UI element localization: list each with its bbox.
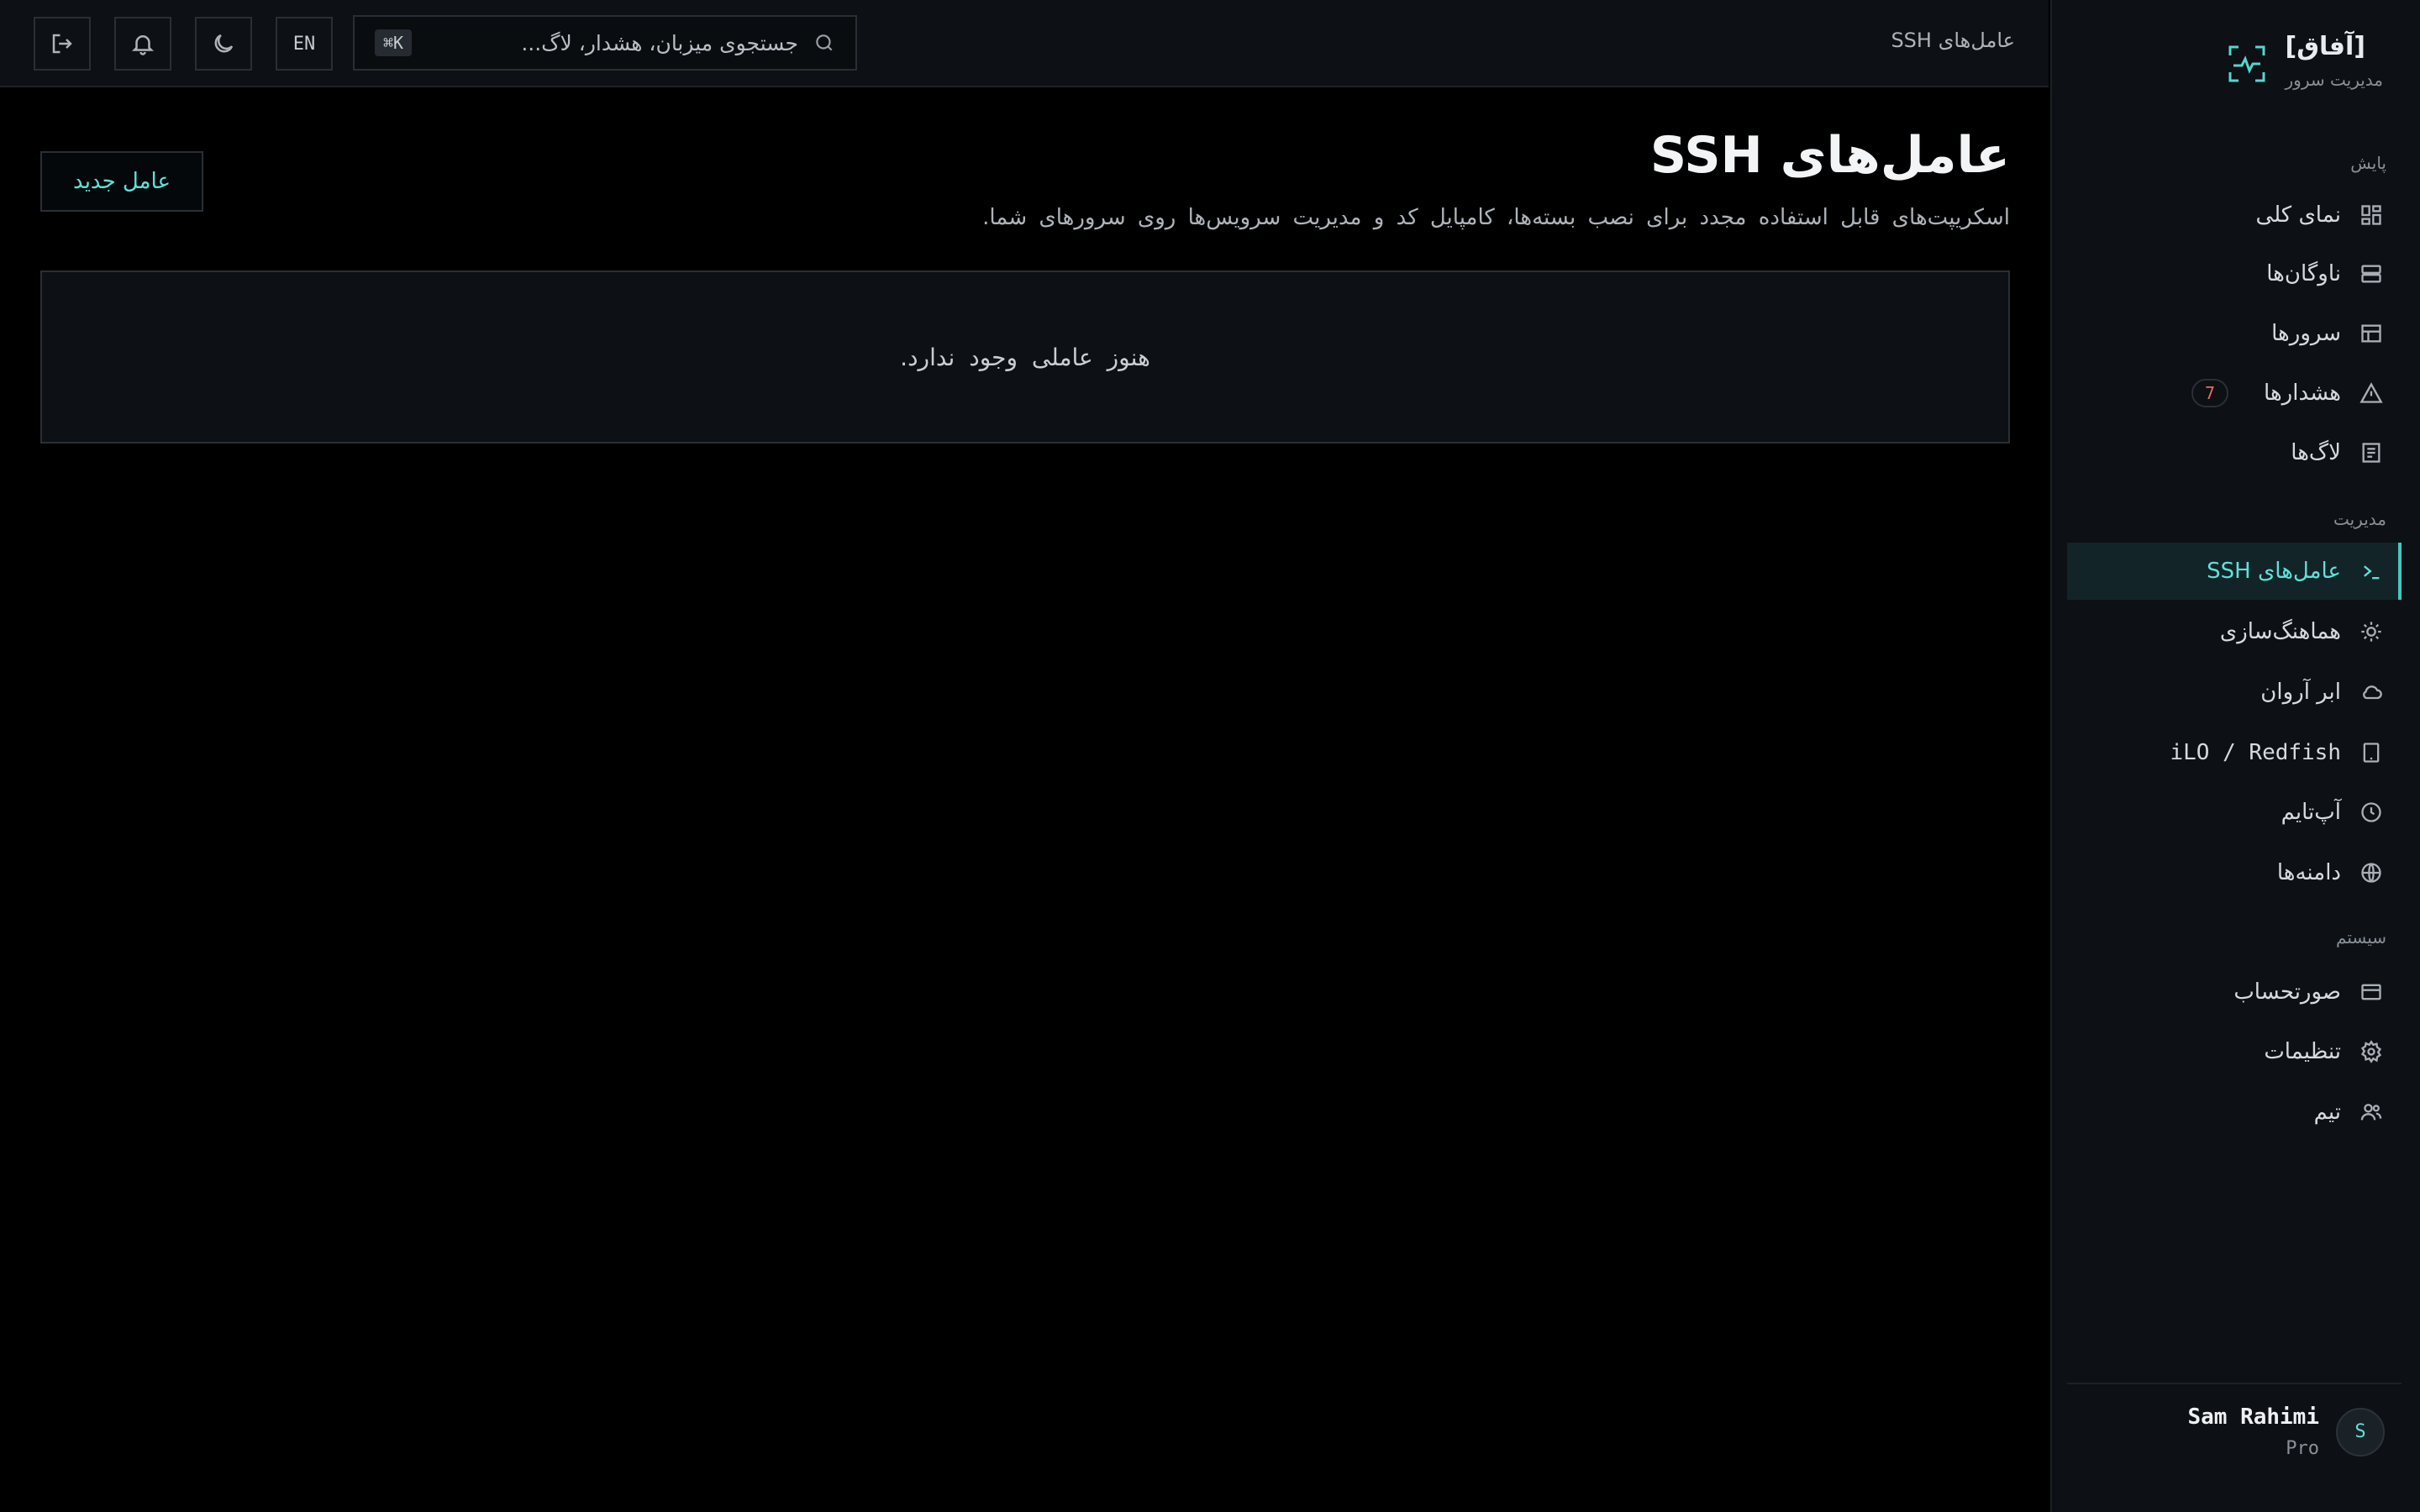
sidebar-item-label: ابر آروان xyxy=(2260,680,2341,705)
user-plan: Pro xyxy=(2286,1438,2319,1459)
sidebar-item-alerts[interactable]: هشدارها 7 xyxy=(2067,365,2402,422)
sun-sync-icon xyxy=(2361,622,2381,642)
logout-icon xyxy=(52,34,72,54)
top-header: عامل‌های SSH ⌘K EN xyxy=(0,0,2049,87)
sidebar-item-label: ناوگان‌ها xyxy=(2266,261,2341,286)
brand-text: [آفاق] مدیریت سرور xyxy=(2286,32,2383,90)
server-stack-icon xyxy=(2361,265,2381,283)
pulse-logo-icon xyxy=(2228,45,2265,82)
sidebar-item-label: لاگ‌ها xyxy=(2291,440,2341,465)
sidebar-item-orchestration[interactable]: هماهنگ‌سازی xyxy=(2067,603,2402,660)
section-label-management: مدیریت xyxy=(2333,509,2386,529)
credit-card-icon xyxy=(2361,984,2381,1000)
sidebar-item-ssh-agents[interactable]: عامل‌های SSH xyxy=(2067,543,2402,600)
sidebar-item-logs[interactable]: لاگ‌ها xyxy=(2067,424,2402,481)
sidebar-item-ilo-redfish[interactable]: iLO / Redfish xyxy=(2067,724,2402,781)
page-description: اسکریپت‌های قابل استفاده مجدد برای نصب ب… xyxy=(982,205,2010,230)
users-icon xyxy=(2360,1104,2382,1121)
clock-icon xyxy=(2361,802,2381,822)
search-input[interactable] xyxy=(427,30,798,55)
new-agent-button[interactable]: عامل جدید xyxy=(40,151,203,212)
sidebar-item-label: تنظیمات xyxy=(2264,1039,2341,1064)
table-icon xyxy=(2361,324,2381,343)
sidebar-item-label: آپ‌تایم xyxy=(2281,800,2341,825)
globe-icon xyxy=(2361,863,2381,883)
sidebar-item-label: هشدارها xyxy=(2264,381,2341,406)
theme-toggle-button[interactable] xyxy=(195,17,252,71)
brand-name: [آفاق] xyxy=(2285,32,2365,61)
moon-icon xyxy=(214,34,234,53)
page-title: عامل‌های SSH xyxy=(1649,126,2010,185)
dashboard-icon xyxy=(2361,205,2381,225)
cloud-icon xyxy=(2363,685,2382,700)
notifications-button[interactable] xyxy=(114,17,171,71)
bell-icon xyxy=(131,35,155,55)
sidebar-item-uptime[interactable]: آپ‌تایم xyxy=(2067,784,2402,841)
sidebar: [آفاق] مدیریت سرور پایش نمای کلی ناوگان‌… xyxy=(2050,0,2420,1512)
sidebar-item-label: هماهنگ‌سازی xyxy=(2219,619,2341,644)
sidebar-item-servers[interactable]: سرورها xyxy=(2067,305,2402,362)
sidebar-item-label: iLO / Redfish xyxy=(2170,740,2342,765)
user-divider xyxy=(2067,1383,2402,1384)
user-profile[interactable]: S Sam Rahimi Pro xyxy=(2187,1404,2385,1459)
sidebar-item-label: نمای کلی xyxy=(2255,202,2341,228)
empty-state-panel: هنوز عاملی وجود ندارد. xyxy=(40,270,2010,444)
sidebar-item-fleets[interactable]: ناوگان‌ها xyxy=(2067,245,2402,302)
avatar: S xyxy=(2336,1407,2385,1457)
file-text-icon xyxy=(2362,443,2381,463)
brand[interactable]: [آفاق] مدیریت سرور xyxy=(2227,32,2383,90)
sidebar-item-arvan-cloud[interactable]: ابر آروان xyxy=(2067,664,2402,721)
sidebar-item-team[interactable]: تیم xyxy=(2067,1084,2402,1141)
sidebar-item-label: سرورها xyxy=(2271,321,2341,346)
brand-subtitle: مدیریت سرور xyxy=(2285,70,2383,90)
logout-button[interactable] xyxy=(34,17,91,71)
search-shortcut-hint: ⌘K xyxy=(375,29,413,56)
sidebar-item-domains[interactable]: دامنه‌ها xyxy=(2067,844,2402,901)
search-box[interactable]: ⌘K xyxy=(353,15,857,71)
sidebar-item-billing[interactable]: صورتحساب xyxy=(2067,963,2402,1021)
gear-icon xyxy=(2360,1040,2382,1063)
terminal-icon xyxy=(2364,565,2380,580)
user-name: Sam Rahimi xyxy=(2187,1404,2319,1430)
sidebar-item-settings[interactable]: تنظیمات xyxy=(2067,1023,2402,1080)
alert-triangle-icon xyxy=(2360,382,2383,403)
section-label-monitoring: پایش xyxy=(2350,153,2386,173)
sidebar-item-label: صورتحساب xyxy=(2233,979,2341,1005)
user-text: Sam Rahimi Pro xyxy=(2187,1404,2319,1459)
sidebar-item-overview[interactable]: نمای کلی xyxy=(2067,186,2402,244)
search-icon xyxy=(816,34,833,51)
section-label-system: سیستم xyxy=(2336,927,2386,948)
empty-state-text: هنوز عاملی وجود ندارد. xyxy=(900,343,1150,371)
sidebar-item-label: دامنه‌ها xyxy=(2276,860,2341,885)
language-toggle-button[interactable]: EN xyxy=(276,17,333,71)
alerts-count-badge: 7 xyxy=(2191,379,2229,407)
sidebar-item-label: عامل‌های SSH xyxy=(2207,559,2341,584)
breadcrumb: عامل‌های SSH xyxy=(1891,29,2015,52)
language-label: EN xyxy=(292,33,316,55)
tablet-icon xyxy=(2363,743,2380,763)
sidebar-item-label: تیم xyxy=(2313,1100,2341,1125)
